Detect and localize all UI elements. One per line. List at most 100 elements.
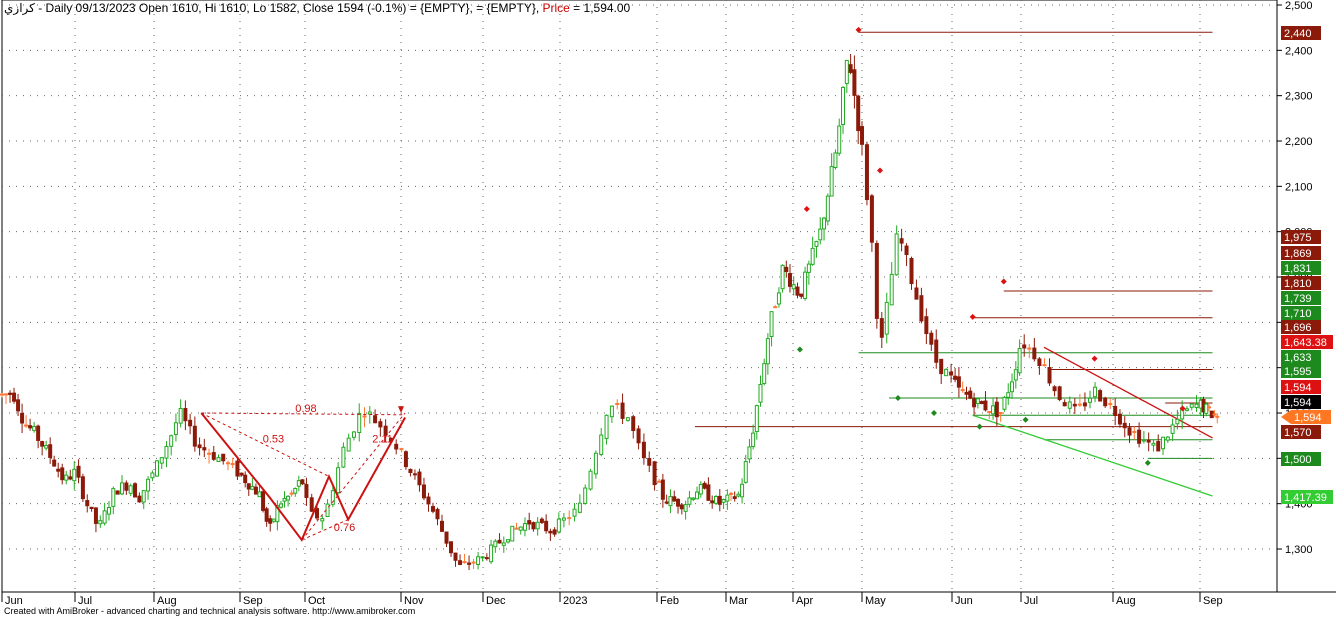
- candle-body: [412, 473, 417, 476]
- candle-body: [76, 465, 81, 478]
- candle-body: [702, 482, 707, 489]
- candle-body: [159, 457, 164, 464]
- candle-body: [929, 332, 934, 345]
- candle-body: [72, 468, 77, 482]
- candle-body: [155, 460, 160, 477]
- price-tag-label: 1,810: [1284, 278, 1312, 290]
- candle-body: [625, 417, 630, 421]
- candle-body: [1215, 415, 1220, 418]
- price-tag-label: 1,831: [1284, 263, 1312, 275]
- candle-body: [146, 478, 151, 492]
- candle-body: [1113, 405, 1118, 416]
- candle-body: [0, 393, 4, 396]
- candle-body: [1212, 413, 1217, 416]
- candle-body: [373, 415, 378, 424]
- pattern-group: 0.98 0.53 2.11 0.76: [200, 403, 406, 542]
- candle-body: [239, 472, 244, 476]
- candle-body: [869, 195, 874, 243]
- candle-body: [776, 292, 781, 305]
- candle-body: [235, 460, 240, 477]
- candle-body: [36, 425, 41, 441]
- downtrend-line: [1043, 346, 1213, 439]
- candle-body: [435, 508, 440, 520]
- price-tag-label: 1,633: [1284, 352, 1312, 364]
- candle-body: [795, 286, 800, 296]
- candle-body: [336, 467, 341, 494]
- pivot-marker: [877, 167, 883, 174]
- candle-body: [1006, 392, 1011, 398]
- candle-body: [362, 415, 367, 418]
- x-tick-label: Sep: [1203, 595, 1223, 607]
- candle-body: [572, 508, 577, 517]
- candle-body: [32, 425, 37, 431]
- candle-body: [725, 494, 730, 502]
- candle-body: [1127, 427, 1132, 436]
- pivot-marker: [931, 410, 937, 416]
- candle-body: [300, 479, 305, 485]
- candle-body: [471, 561, 476, 564]
- candle-body: [68, 476, 73, 480]
- chart-root: 2,5002,4002,3002,2002,1002,0001,9001,800…: [0, 0, 1336, 619]
- candle-body: [106, 507, 111, 515]
- candle-body: [672, 496, 677, 502]
- candle-body: [531, 522, 536, 530]
- candle-body: [304, 484, 309, 498]
- candle-body: [852, 69, 857, 96]
- candle-body: [668, 496, 673, 507]
- candle-body: [1117, 413, 1122, 425]
- candle-body: [953, 375, 958, 380]
- candle-body: [1052, 386, 1057, 392]
- candle-body: [609, 405, 614, 418]
- candle-body: [874, 243, 879, 319]
- x-tick-label: 2023: [563, 595, 587, 607]
- candle-body: [949, 371, 954, 376]
- pattern-ratio-label: 0.53: [263, 433, 284, 445]
- candle-body: [1088, 397, 1092, 403]
- candle-body: [230, 463, 235, 466]
- candle-body: [548, 530, 553, 534]
- candle-body: [740, 483, 745, 498]
- candle-body: [367, 411, 372, 415]
- candle-body: [522, 523, 527, 531]
- candle-body: [1037, 358, 1042, 366]
- candle-body: [1132, 430, 1137, 433]
- x-tick-label: Jun: [955, 595, 973, 607]
- price-tag-label: 1,696: [1284, 322, 1312, 334]
- candle-body: [848, 64, 853, 73]
- candle-body: [346, 437, 351, 452]
- candle-body: [449, 541, 454, 554]
- x-tick-label: Apr: [796, 595, 813, 607]
- pattern-zigzag: [200, 412, 406, 542]
- candle-body: [762, 363, 767, 384]
- candle-body: [698, 483, 703, 495]
- candle-body: [462, 561, 467, 564]
- x-tick-label: Aug: [1116, 595, 1136, 607]
- candle-body: [1062, 402, 1067, 407]
- candle-body: [1165, 436, 1170, 441]
- pivot-marker: [1022, 416, 1029, 423]
- pivot-marker: [895, 395, 901, 402]
- candle-body: [289, 492, 294, 495]
- candle-body: [691, 497, 696, 500]
- candle-body: [864, 144, 869, 201]
- candle-body: [803, 271, 808, 299]
- candle-body: [975, 398, 980, 405]
- candle-body: [556, 518, 561, 533]
- y-tick-label: 2,200: [1285, 136, 1313, 148]
- candle-body: [1189, 403, 1194, 408]
- candle-body: [1013, 369, 1018, 381]
- candle-body: [286, 495, 291, 501]
- pattern-ratio-label: 0.98: [295, 403, 316, 415]
- candle-body: [1151, 442, 1156, 446]
- candle-body: [588, 470, 593, 490]
- price-chart[interactable]: 2,5002,4002,3002,2002,1002,0001,9001,800…: [0, 0, 1336, 619]
- candle-body: [243, 474, 248, 484]
- candle-body: [657, 480, 662, 483]
- candle-body: [909, 257, 914, 285]
- candle-body: [631, 416, 636, 432]
- candle-body: [964, 391, 969, 395]
- candle-body: [216, 457, 221, 463]
- candle-body: [765, 338, 770, 365]
- x-tick-label: Mar: [729, 595, 748, 607]
- candle-body: [315, 508, 319, 519]
